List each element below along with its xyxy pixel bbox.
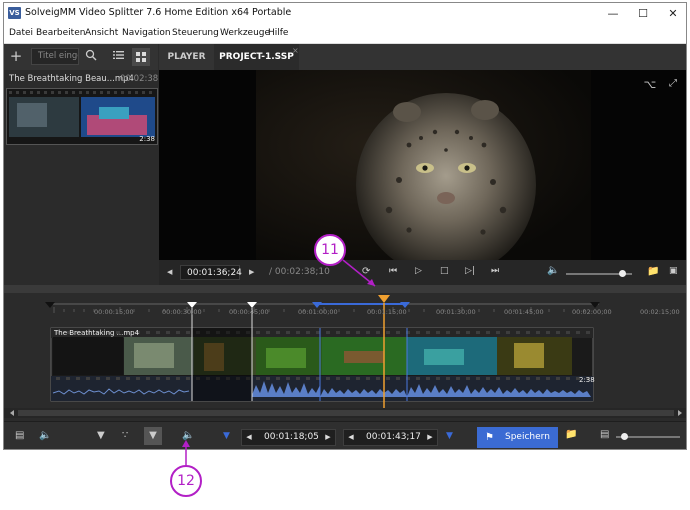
callout-12: 12 <box>170 465 202 497</box>
callout-11: 11 <box>314 234 346 266</box>
